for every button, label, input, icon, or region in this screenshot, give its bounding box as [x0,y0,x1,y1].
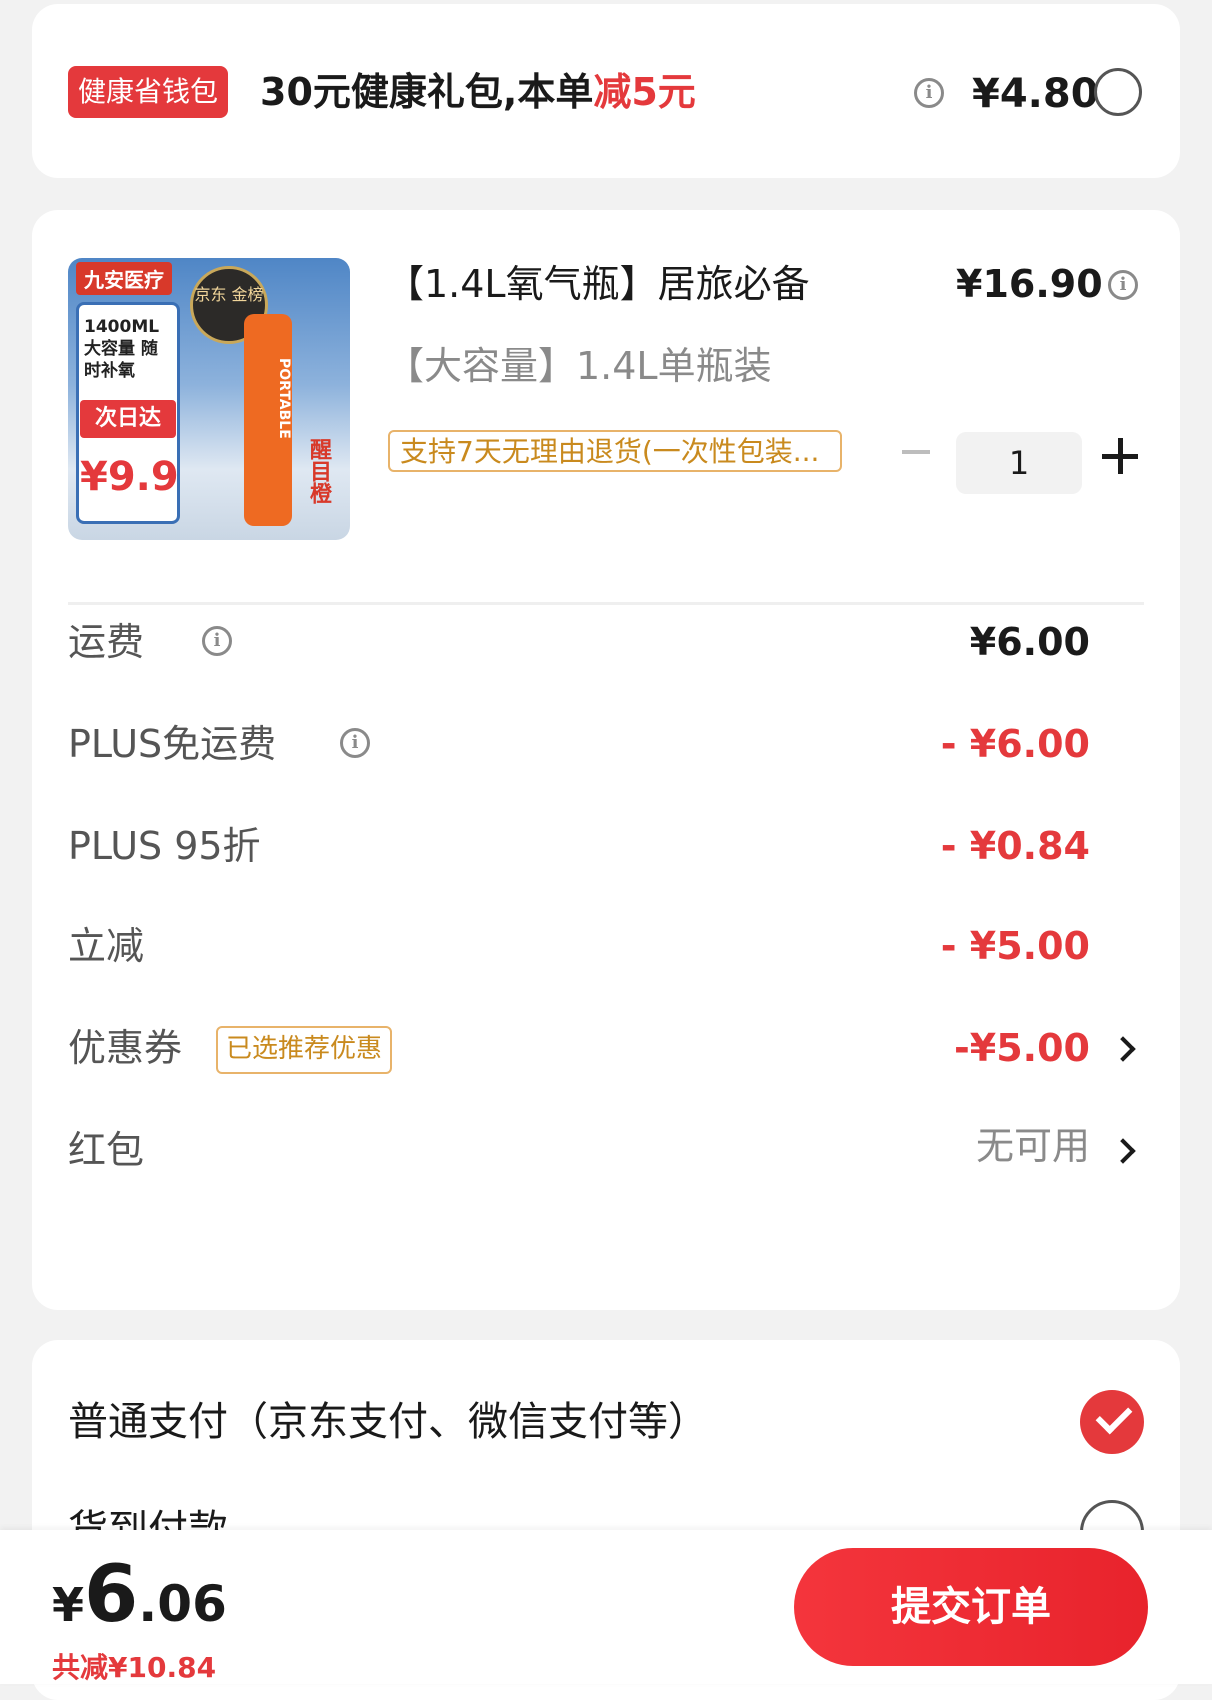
submit-order-button[interactable]: 提交订单 [794,1548,1148,1666]
fee-label-red-packet: 红包 [68,1128,145,1172]
quantity-decrease-button[interactable] [900,436,932,468]
total-saved[interactable]: 共减¥10.84 [52,1646,216,1686]
fee-label-shipping: 运费 [68,614,144,670]
fee-label-instant-discount: 立减 [68,924,145,968]
info-icon[interactable]: i [914,78,944,108]
fee-value-plus-discount: - ¥0.84 [940,824,1090,868]
product-price: ¥16.90 [956,262,1103,306]
divider [68,602,1144,605]
product-spec[interactable]: 【大容量】1.4L单瓶装 [386,336,772,396]
total-price: ¥6.06 [52,1550,227,1661]
wallet-select-radio[interactable] [1094,68,1142,116]
image-price-text: ¥9.9 [80,454,179,500]
fee-value-coupon[interactable]: -¥5.00 [954,1020,1090,1076]
info-icon[interactable]: i [1108,270,1138,300]
health-wallet-tag: 健康省钱包 [68,66,229,118]
health-wallet-card[interactable]: 健康省钱包 30元健康礼包,本单减5元 i ¥4.80 [32,4,1180,178]
wallet-text-prefix: 30元健康礼包,本单 [260,70,594,114]
fee-label-coupon: 优惠券 [68,1026,183,1070]
total-decimal: .06 [138,1575,227,1633]
image-delivery-text: 次日达 [80,400,176,438]
quantity-increase-button[interactable] [1102,438,1138,474]
fee-label-plus-free-shipping: PLUS免运费 [68,722,277,766]
order-card: 九安医疗 1400ML 大容量 随时补氧 次日达 ¥9.9 京东 金榜 PORT… [32,210,1180,1310]
image-can-text: PORTABLE [276,357,292,439]
check-icon[interactable] [1080,1390,1144,1454]
fee-value-instant-discount: - ¥5.00 [940,924,1090,968]
chevron-right-icon[interactable] [1110,1138,1136,1164]
return-policy-tag: 支持7天无理由退货(一次性包装... [388,430,842,472]
coupon-selected-tag: 已选推荐优惠 [216,1026,393,1074]
quantity-input[interactable]: 1 [956,432,1082,494]
total-currency: ¥ [52,1578,85,1632]
product-title[interactable]: 【1.4L氧气瓶】居旅必备 [386,254,810,314]
fee-value-red-packet[interactable]: 无可用 [976,1118,1090,1174]
wallet-text-highlight: 减5元 [593,70,696,114]
image-capacity-text: 1400ML 大容量 随时补氧 [84,317,160,381]
fee-value-shipping: ¥6.00 [969,620,1090,664]
info-icon[interactable]: i [202,626,232,656]
fee-value-plus-free-shipping: - ¥6.00 [940,722,1090,766]
chevron-right-icon[interactable] [1110,1036,1136,1062]
health-wallet-text: 30元健康礼包,本单减5元 [260,64,696,120]
fee-label-plus-discount: PLUS 95折 [68,824,261,868]
product-image[interactable]: 九安医疗 1400ML 大容量 随时补氧 次日达 ¥9.9 京东 金榜 PORT… [68,258,350,540]
payment-option-normal[interactable]: 普通支付（京东支付、微信支付等） [68,1392,708,1452]
info-icon[interactable]: i [340,728,370,758]
fee-label-text: 运费 [68,620,145,664]
wallet-price: ¥4.80 [972,71,1099,117]
bottom-bar: ¥6.06 共减¥10.84 提交订单 [0,1530,1212,1684]
total-integer: 6 [84,1550,139,1640]
image-brand-text: 九安医疗 [76,262,172,295]
image-side-text: 醒目橙 [306,438,331,504]
